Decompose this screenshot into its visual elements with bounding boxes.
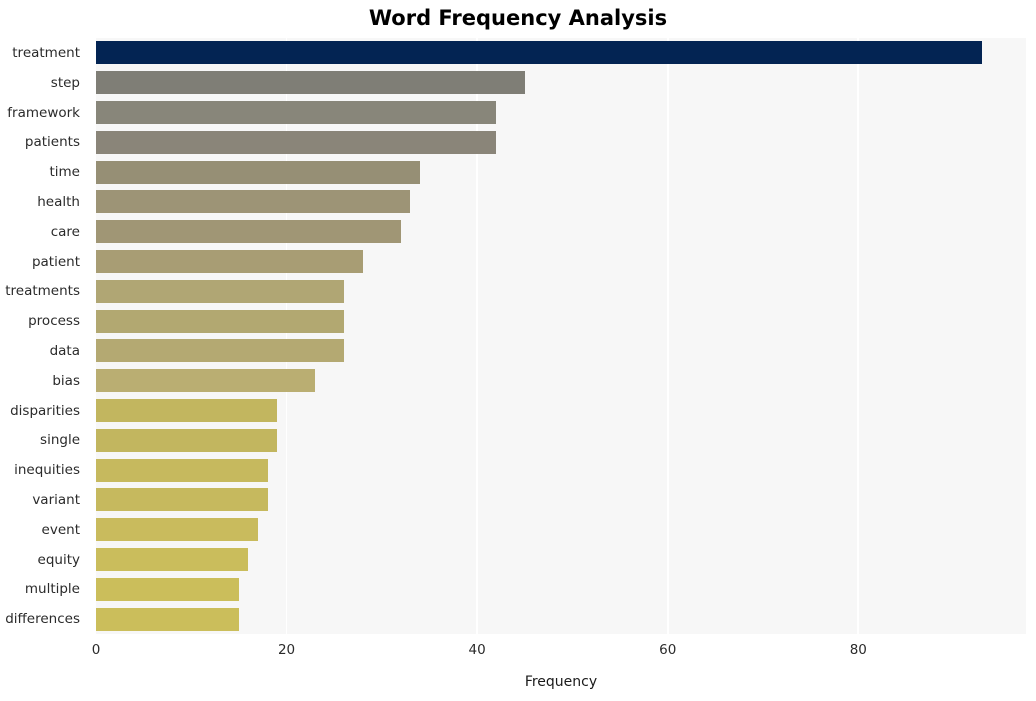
chart-title: Word Frequency Analysis [368, 6, 668, 30]
bar[interactable] [96, 607, 239, 631]
bar[interactable] [96, 548, 249, 571]
bar[interactable] [96, 458, 268, 482]
plot-area [96, 38, 1026, 634]
y-axis-label: process [28, 313, 80, 330]
x-axis-tick-label: 80 [849, 642, 867, 658]
y-axis-label: inequities [14, 462, 80, 479]
bar[interactable] [96, 428, 278, 452]
bars-layer [96, 38, 1026, 634]
bar[interactable] [96, 41, 983, 65]
x-axis-tick-label: 60 [659, 642, 677, 658]
bar[interactable] [96, 339, 344, 363]
y-axis-label: health [37, 193, 80, 210]
y-axis-label: treatment [12, 44, 80, 61]
bar[interactable] [96, 369, 316, 393]
x-axis-tick-label: 20 [277, 642, 296, 658]
bar[interactable] [96, 399, 278, 422]
bar[interactable] [96, 160, 420, 184]
bar[interactable] [96, 309, 344, 333]
x-axis-ticks: 0 20 40 60 80 [92, 634, 1026, 664]
y-axis-label: disparities [10, 402, 80, 419]
bar[interactable] [96, 488, 268, 512]
bar[interactable] [96, 220, 401, 244]
bar[interactable] [96, 101, 497, 124]
x-axis-tick-label: 0 [91, 642, 101, 658]
y-axis-label: patients [24, 134, 80, 151]
bar[interactable] [96, 71, 525, 95]
y-axis-label: single [40, 432, 80, 449]
y-axis-label: treatments [5, 283, 80, 300]
y-axis-labels: treatment step framework patients time health… [0, 38, 88, 634]
y-axis-label: multiple [24, 581, 80, 598]
y-axis-label: bias [52, 372, 80, 389]
y-axis-label: framework [7, 104, 80, 121]
word-frequency-chart: Word Frequency Analysis treatment step fra… [0, 0, 1036, 701]
y-axis-label: equity [37, 551, 80, 568]
y-axis-label: data [49, 342, 80, 359]
y-axis-label: care [50, 223, 80, 240]
y-axis-label: time [49, 164, 80, 181]
x-axis-title: Frequency [524, 674, 598, 690]
y-axis-label: patient [31, 253, 80, 270]
y-axis-label: event [41, 521, 80, 538]
x-axis-tick-label: 40 [468, 642, 486, 658]
y-axis-label: step [50, 74, 80, 91]
bar[interactable] [96, 250, 363, 273]
y-axis-label: variant [32, 491, 80, 508]
y-axis-label: differences [5, 611, 80, 628]
bar[interactable] [96, 279, 344, 303]
bar[interactable] [96, 190, 411, 214]
bar[interactable] [96, 518, 258, 542]
bar[interactable] [96, 130, 497, 154]
bar[interactable] [96, 577, 239, 601]
